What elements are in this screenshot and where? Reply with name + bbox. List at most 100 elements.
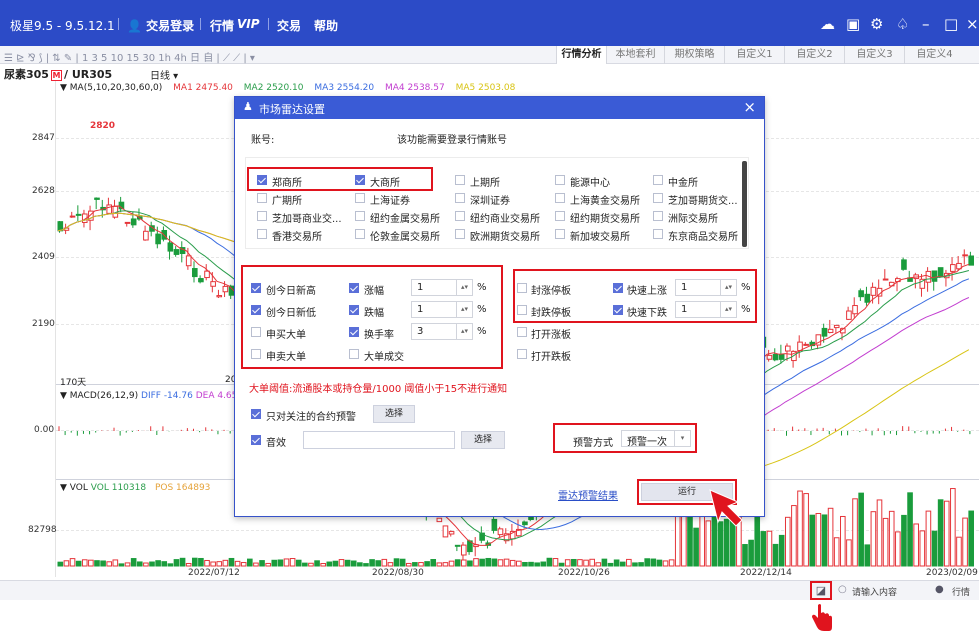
- select-sound-button[interactable]: 选择: [461, 431, 505, 449]
- volume-bar: [772, 543, 779, 567]
- select-contracts-button[interactable]: 选择: [373, 405, 415, 423]
- cond-mid-checkbox[interactable]: [349, 305, 359, 315]
- exchange-checkbox[interactable]: [257, 193, 267, 203]
- cond-right-checkbox[interactable]: [517, 349, 527, 359]
- volume-bar: [901, 514, 907, 567]
- exchange-checkbox[interactable]: [555, 211, 565, 221]
- spinner-arrows-icon[interactable]: ▴▾: [456, 280, 472, 295]
- candle-body: [57, 221, 64, 232]
- exchange-checkbox[interactable]: [355, 229, 365, 239]
- spinner-arrows-icon[interactable]: ▴▾: [456, 302, 472, 317]
- spinner-arrows-icon[interactable]: ▴▾: [456, 324, 472, 339]
- exchange-checkbox[interactable]: [257, 229, 267, 239]
- settings-icon[interactable]: ⚙: [870, 15, 883, 33]
- cond-left-checkbox[interactable]: [251, 305, 261, 315]
- period-tools[interactable]: ☰ ⊵ ⅋ ⟆ | ⇅ ✎ | 1 3 5 10 15 30 1h 4h 日 自…: [4, 49, 255, 64]
- tab-market-analysis[interactable]: 行情分析: [556, 46, 606, 64]
- dialog-close-icon[interactable]: ×: [743, 98, 756, 116]
- spinner-arrows-icon[interactable]: ▴▾: [720, 302, 736, 317]
- volume-bar: [858, 492, 864, 567]
- menu-quotes[interactable]: 行情: [210, 17, 234, 34]
- peak-price-label: 2820: [90, 121, 116, 131]
- exchange-checkbox[interactable]: [653, 211, 663, 221]
- exchange-checkbox[interactable]: [455, 175, 465, 185]
- cond-far-checkbox[interactable]: [613, 283, 623, 293]
- close-icon[interactable]: ×: [966, 15, 979, 33]
- watch-only-checkbox[interactable]: [251, 409, 261, 419]
- cond-far-stepper[interactable]: 1 ▴▾: [675, 279, 737, 296]
- chat-icon[interactable]: ●: [935, 584, 944, 595]
- cond-right-checkbox[interactable]: [517, 283, 527, 293]
- candle-body: [69, 215, 76, 218]
- cond-far-checkbox[interactable]: [613, 305, 623, 315]
- cond-mid-stepper[interactable]: 3 ▴▾: [411, 323, 473, 340]
- cond-right-checkbox[interactable]: [517, 327, 527, 337]
- exchange-checkbox[interactable]: [653, 175, 663, 185]
- cond-left-checkbox[interactable]: [251, 349, 261, 359]
- cond-mid-label: 跌幅: [364, 308, 384, 319]
- quote-label[interactable]: 行情: [952, 585, 970, 598]
- volume-bar: [289, 558, 296, 567]
- symbol-title[interactable]: 尿素305 M / UR305: [4, 66, 112, 82]
- exchange-checkbox[interactable]: [555, 175, 565, 185]
- cond-far-stepper[interactable]: 1 ▴▾: [675, 301, 737, 318]
- search-input[interactable]: 请输入内容: [852, 585, 897, 598]
- volume-bar: [968, 510, 974, 567]
- cond-left-checkbox[interactable]: [251, 283, 261, 293]
- exchange-checkbox[interactable]: [455, 229, 465, 239]
- volume-bar: [840, 515, 846, 567]
- tab-custom-2[interactable]: 自定义2: [784, 46, 844, 64]
- menu-help[interactable]: 帮助: [314, 17, 338, 34]
- volume-bar: [399, 558, 406, 567]
- exchange-scrollbar[interactable]: [742, 161, 747, 247]
- cond-mid-checkbox[interactable]: [349, 283, 359, 293]
- hand-pointer-icon: [812, 604, 832, 631]
- exchange-checkbox[interactable]: [257, 211, 267, 221]
- candle-body: [852, 305, 858, 315]
- cond-left-checkbox[interactable]: [251, 327, 261, 337]
- exchange-checkbox[interactable]: [455, 193, 465, 203]
- tab-custom-3[interactable]: 自定义3: [844, 46, 904, 64]
- sound-file-field[interactable]: [303, 431, 455, 449]
- shirt-icon[interactable]: ♤: [896, 15, 909, 33]
- tab-option-strategy[interactable]: 期权策略: [664, 46, 724, 64]
- candle-body: [827, 328, 834, 333]
- exchange-label: 芝加哥期货交...: [668, 196, 738, 207]
- period-selector[interactable]: 日线 ▾: [150, 67, 178, 82]
- exchange-label: 深圳证券: [470, 196, 510, 207]
- cond-mid-checkbox[interactable]: [349, 349, 359, 359]
- volume-bar: [870, 511, 877, 567]
- cond-mid-stepper[interactable]: 1 ▴▾: [411, 301, 473, 318]
- cond-right-label: 打开涨板: [531, 330, 571, 341]
- cloud-icon[interactable]: ☁: [820, 15, 835, 33]
- tab-local-arbitrage[interactable]: 本地套利: [606, 46, 664, 64]
- candle-body: [204, 270, 210, 279]
- exchange-checkbox[interactable]: [653, 193, 663, 203]
- candle-body: [106, 204, 113, 214]
- tab-custom-1[interactable]: 自定义1: [724, 46, 784, 64]
- exchange-checkbox[interactable]: [355, 211, 365, 221]
- menu-vip[interactable]: VIP: [237, 17, 260, 31]
- exchange-checkbox[interactable]: [653, 229, 663, 239]
- maximize-icon[interactable]: □: [944, 15, 958, 33]
- radar-icon[interactable]: ◪: [810, 581, 832, 600]
- cond-mid-stepper[interactable]: 1 ▴▾: [411, 279, 473, 296]
- symbol-bar: 尿素305 M / UR305 日线 ▾: [0, 64, 979, 82]
- exchange-checkbox[interactable]: [355, 193, 365, 203]
- sound-checkbox[interactable]: [251, 435, 261, 445]
- exchange-checkbox[interactable]: [555, 193, 565, 203]
- login-button[interactable]: 👤 交易登录: [127, 17, 194, 34]
- cond-mid-checkbox[interactable]: [349, 327, 359, 337]
- menu-trade[interactable]: 交易: [277, 17, 301, 34]
- tab-custom-4[interactable]: 自定义4: [904, 46, 964, 64]
- minimize-icon[interactable]: –: [922, 15, 930, 33]
- spinner-arrows-icon[interactable]: ▴▾: [720, 280, 736, 295]
- exchange-checkbox[interactable]: [455, 211, 465, 221]
- calendar-icon[interactable]: ▣: [846, 15, 860, 33]
- exchange-checkbox[interactable]: [555, 229, 565, 239]
- exchange-checkbox[interactable]: [257, 175, 267, 185]
- cond-right-checkbox[interactable]: [517, 305, 527, 315]
- radar-results-link[interactable]: 雷达预警结果: [558, 487, 618, 502]
- volume-bar: [803, 493, 809, 567]
- exchange-checkbox[interactable]: [355, 175, 365, 185]
